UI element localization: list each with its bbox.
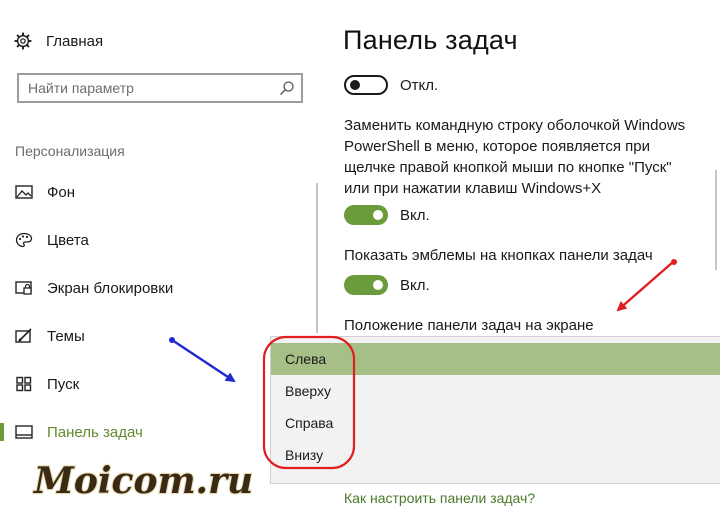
watermark-logo: Moicom.ru — [32, 459, 254, 503]
dropdown-option-bottom[interactable]: Внизу — [271, 439, 720, 471]
active-indicator — [0, 423, 4, 441]
sidebar-item-label: Пуск — [47, 375, 80, 393]
search-input[interactable] — [19, 75, 278, 101]
search-box[interactable] — [17, 73, 303, 103]
svg-text:Moicom.ru: Moicom.ru — [32, 460, 253, 502]
dropdown-option-label: Слева — [285, 351, 327, 367]
dropdown-option-label: Справа — [285, 415, 334, 431]
toggle-switch-powershell[interactable] — [344, 205, 388, 225]
sidebar-item-label: Цвета — [47, 231, 89, 249]
toggle-knob — [373, 280, 383, 290]
lock-screen-icon — [15, 281, 32, 295]
palette-icon — [15, 232, 33, 248]
red-arrow-tail — [671, 259, 677, 265]
dropdown-option-top[interactable]: Вверху — [271, 375, 720, 407]
start-icon — [16, 376, 32, 392]
search-icon[interactable] — [279, 80, 295, 96]
toggle-switch-badges[interactable] — [344, 275, 388, 295]
toggle-row-badges: Вкл. — [344, 274, 430, 296]
taskbar-position-label: Положение панели задач на экране — [344, 317, 594, 334]
toggle-knob — [373, 210, 383, 220]
section-label-personalization: Персонализация — [15, 143, 125, 159]
sidebar-item-lock-screen[interactable]: Экран блокировки — [0, 273, 300, 303]
red-arrow — [616, 261, 674, 312]
sidebar-item-label: Фон — [47, 183, 76, 201]
sidebar-item-taskbar[interactable]: Панель задач — [0, 417, 300, 447]
dropdown-option-right[interactable]: Справа — [271, 407, 720, 439]
sidebar-item-label: Экран блокировки — [47, 279, 174, 297]
sidebar-item-start[interactable]: Пуск — [0, 369, 300, 399]
picture-icon — [15, 185, 33, 199]
toggle-state-label: Вкл. — [400, 206, 430, 224]
dropdown-option-label: Внизу — [285, 447, 324, 463]
dropdown-option-label: Вверху — [285, 383, 332, 399]
toggle-knob — [350, 80, 360, 90]
toggle-row-top: Откл. — [344, 74, 438, 96]
badges-description: Показать эмблемы на кнопках панели задач — [344, 247, 653, 264]
powershell-description: Заменить командную строку оболочкой Wind… — [344, 115, 685, 199]
description-line: или при нажатии клавиш Windows+X — [344, 180, 602, 197]
description-line: щелчке правой кнопкой мыши по кнопке "Пу… — [344, 159, 672, 176]
toggle-state-label: Вкл. — [400, 276, 430, 294]
toggle-switch-top[interactable] — [344, 75, 388, 95]
description-line: PowerShell в меню, которое появляется пр… — [344, 138, 650, 155]
taskbar-position-dropdown[interactable]: Слева Вверху Справа Внизу — [270, 336, 720, 484]
dropdown-option-left[interactable]: Слева — [271, 343, 720, 375]
sidebar-item-themes[interactable]: Темы — [0, 321, 300, 351]
main-scrollbar[interactable] — [715, 170, 717, 270]
gear-icon — [14, 32, 32, 50]
taskbar-icon — [15, 425, 33, 439]
help-link[interactable]: Как настроить панели задач? — [344, 490, 535, 506]
home-nav-item[interactable]: Главная — [14, 29, 103, 53]
sidebar-item-colors[interactable]: Цвета — [0, 225, 300, 255]
sidebar-scrollbar[interactable] — [316, 183, 318, 333]
sidebar-item-label: Панель задач — [47, 423, 143, 441]
home-label: Главная — [46, 32, 104, 50]
sidebar-item-background[interactable]: Фон — [0, 177, 300, 207]
page-title: Панель задач — [343, 25, 518, 55]
sidebar-item-label: Темы — [47, 327, 85, 345]
description-line: Заменить командную строку оболочкой Wind… — [344, 117, 686, 134]
themes-icon — [15, 328, 32, 343]
toggle-row-powershell: Вкл. — [344, 204, 430, 226]
toggle-state-label: Откл. — [400, 76, 439, 94]
